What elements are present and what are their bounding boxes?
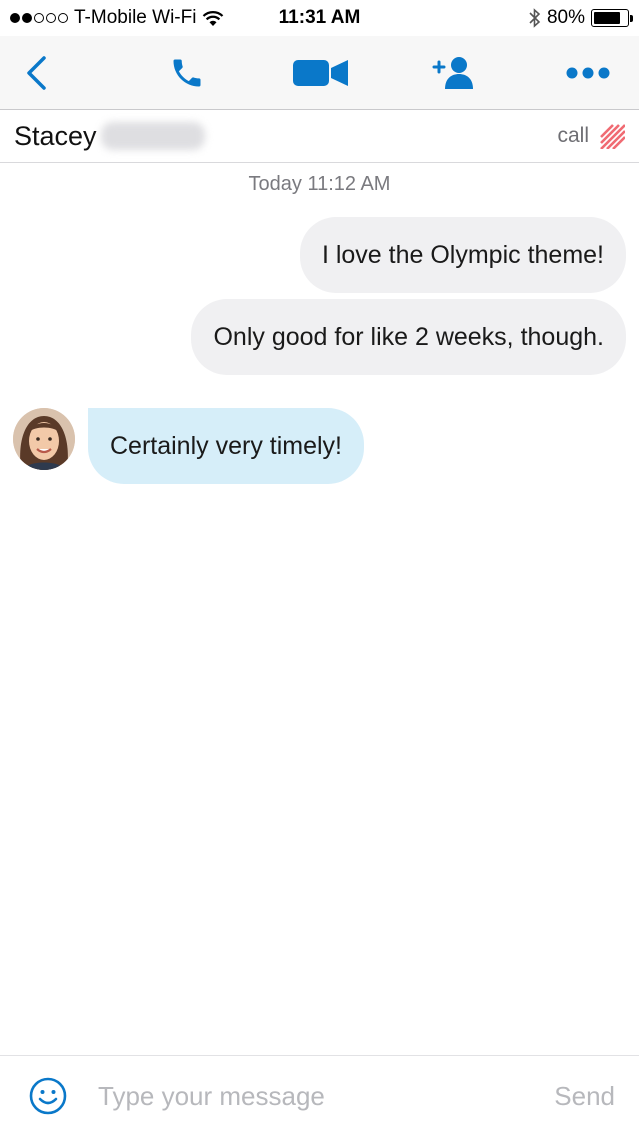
message-list[interactable]: Today 11:12 AM I love the Olympic theme!… <box>0 163 639 1055</box>
contact-header[interactable]: Stacey call <box>0 110 639 163</box>
contact-first-name: Stacey <box>14 120 97 151</box>
redacted-surname <box>100 122 205 150</box>
battery-percent: 80% <box>546 7 585 28</box>
add-person-icon <box>432 56 474 89</box>
conversation-toolbar <box>0 36 639 110</box>
status-bar: T-Mobile Wi-Fi 11:31 AM 80% <box>0 0 639 36</box>
phone-icon <box>173 59 201 86</box>
add-participant-button[interactable] <box>425 44 483 102</box>
emoji-button[interactable] <box>28 1076 68 1116</box>
message-text: Only good for like 2 weeks, though. <box>213 322 604 351</box>
message-text: Certainly very timely! <box>110 431 342 460</box>
wifi-icon <box>203 10 224 26</box>
chat-timestamp: Today 11:12 AM <box>248 173 391 195</box>
battery-icon <box>591 9 633 27</box>
carrier-label: T-Mobile Wi-Fi <box>74 7 197 28</box>
message-text: I love the Olympic theme! <box>321 240 604 269</box>
bluetooth-icon <box>529 8 541 28</box>
call-status-label: call <box>557 124 589 147</box>
message-input[interactable] <box>98 1080 545 1112</box>
more-dots-icon <box>566 67 610 78</box>
battery-fill <box>594 12 620 24</box>
status-right: 80% <box>529 7 633 29</box>
video-call-button[interactable] <box>292 44 350 102</box>
message-bubble-outgoing[interactable]: Only good for like 2 weeks, though. <box>191 299 626 375</box>
contact-name[interactable]: Stacey <box>14 121 205 152</box>
call-stripes-icon <box>600 124 625 149</box>
message-bubble-outgoing[interactable]: I love the Olympic theme! <box>299 217 626 293</box>
avatar-photo <box>13 408 75 470</box>
send-button[interactable]: Send <box>554 1081 615 1112</box>
more-options-button[interactable] <box>559 44 617 102</box>
message-composer: Send <box>0 1055 639 1136</box>
audio-call-button[interactable] <box>158 44 216 102</box>
smiley-icon <box>29 1077 67 1115</box>
contact-avatar[interactable] <box>13 408 75 470</box>
message-bubble-incoming[interactable]: Certainly very timely! <box>88 408 364 484</box>
signal-dots-icon <box>10 13 68 23</box>
back-chevron-icon <box>27 55 46 90</box>
status-left: T-Mobile Wi-Fi <box>10 7 224 29</box>
back-button[interactable] <box>24 44 82 102</box>
call-status[interactable]: call <box>557 123 625 149</box>
video-camera-icon <box>292 59 348 86</box>
